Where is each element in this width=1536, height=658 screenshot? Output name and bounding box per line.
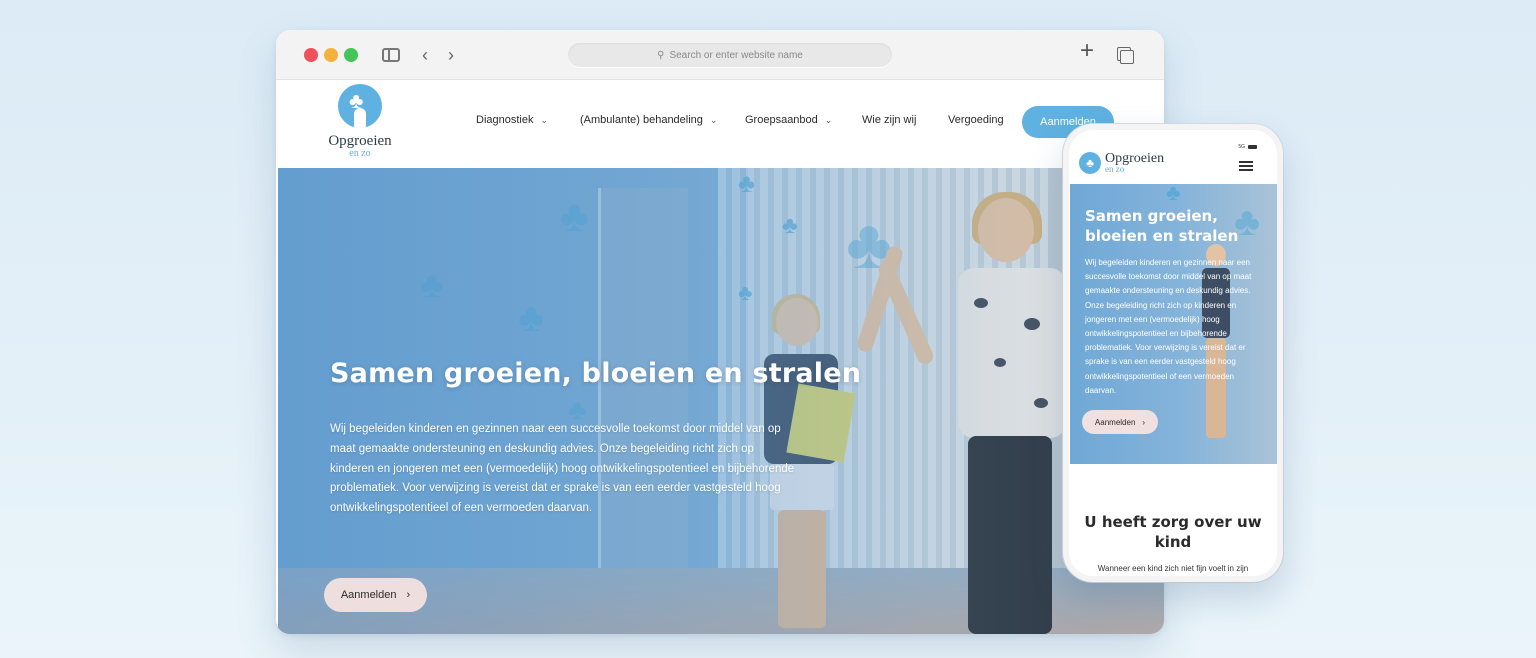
logo-subtitle: en zo [349, 148, 371, 159]
chevron-down-icon: ⌄ [824, 115, 833, 125]
browser-window: ‹ › ⚲ Search or enter website name + ♣ O… [276, 30, 1164, 634]
mobile-logo-text: Opgroeien en zo [1105, 152, 1164, 174]
mobile-aanmelden-button[interactable]: Aanmelden › [1082, 410, 1158, 434]
clover-icon: ♣ [1079, 152, 1101, 174]
nav-item-wie-zijn-wij[interactable]: Wie zijn wij [862, 114, 916, 126]
mobile-logo-subtitle: en zo [1105, 164, 1125, 174]
nav-item-label: (Ambulante) behandeling [580, 114, 703, 126]
nav-item-diagnostiek[interactable]: Diagnostiek ⌄ [476, 114, 548, 126]
search-icon: ⚲ [657, 49, 665, 61]
sidebar-icon[interactable] [382, 48, 400, 62]
back-icon[interactable]: ‹ [422, 45, 428, 65]
forward-icon[interactable]: › [448, 45, 454, 65]
hero-aanmelden-button[interactable]: Aanmelden › [324, 578, 427, 612]
minimize-window-button[interactable] [324, 48, 338, 62]
chevron-right-icon: › [1142, 417, 1146, 427]
hamburger-menu-icon[interactable] [1239, 161, 1253, 171]
nav-item-label: Wie zijn wij [862, 114, 917, 126]
address-bar[interactable]: ⚲ Search or enter website name [568, 43, 892, 67]
nav-item-label: Groepsaanbod [745, 114, 818, 126]
nav-item-vergoeding[interactable]: Vergoeding [948, 114, 1004, 126]
hero-overlay [278, 168, 1164, 634]
hero-button-label: Aanmelden [340, 589, 397, 601]
mobile-button-label: Aanmelden [1094, 417, 1136, 427]
close-window-button[interactable] [304, 48, 318, 62]
mobile-site-logo[interactable]: ♣ Opgroeien en zo [1079, 152, 1164, 174]
browser-toolbar: ‹ › ⚲ Search or enter website name + [276, 30, 1164, 80]
chevron-down-icon: ⌄ [709, 115, 718, 125]
mobile-hero-title: Samen groeien, bloeien en stralen [1085, 207, 1239, 245]
nav-item-label: Diagnostiek [476, 114, 534, 126]
logo-mark: ♣ [338, 84, 382, 132]
mobile-section-title: U heeft zorg over uw kind [1084, 513, 1262, 551]
nav-item-behandeling[interactable]: (Ambulante) behandeling ⌄ [580, 114, 717, 126]
mobile-section-text: Wanneer een kind zich niet fijn voelt in… [1097, 564, 1249, 573]
nav-item-label: Vergoeding [948, 114, 1004, 126]
chevron-right-icon: › [406, 589, 411, 601]
site-header: ♣ Opgroeien en zo Diagnostiek ⌄ (Ambulant… [276, 80, 1164, 168]
signal-text: 5G [1238, 144, 1245, 150]
battery-icon [1248, 144, 1257, 149]
phone-mockup: 5G ♣ Opgroeien en zo ♣ ♣ Samen groeien, … [1063, 124, 1283, 582]
hero-section: ♣ ♣ ♣ ♣ ♣ ♣ ♣ ♣ Samen groeien, bloeien e… [278, 168, 1164, 634]
hero-title: Samen groeien, bloeien en stralen [330, 358, 862, 389]
clover-icon: ♣ [1166, 184, 1181, 205]
phone-status-bar: 5G [1238, 144, 1257, 150]
mobile-hero-description: Wij begeleiden kinderen en gezinnen naar… [1085, 258, 1252, 395]
phone-screen: 5G ♣ Opgroeien en zo ♣ ♣ Samen groeien, … [1069, 130, 1277, 576]
logo-name: Opgroeien [328, 133, 392, 149]
mobile-hero-section: ♣ ♣ Samen groeien, bloeien en stralen Wi… [1070, 184, 1277, 464]
hero-description: Wij begeleiden kinderen en gezinnen naar… [330, 423, 795, 515]
new-tab-icon[interactable]: + [1080, 39, 1094, 63]
address-placeholder: Search or enter website name [669, 49, 803, 61]
maximize-window-button[interactable] [344, 48, 358, 62]
chevron-down-icon: ⌄ [540, 115, 549, 125]
site-logo[interactable]: ♣ Opgroeien en zo [320, 84, 400, 164]
tabs-icon[interactable] [1117, 47, 1134, 64]
nav-item-groepsaanbod[interactable]: Groepsaanbod ⌄ [745, 114, 832, 126]
